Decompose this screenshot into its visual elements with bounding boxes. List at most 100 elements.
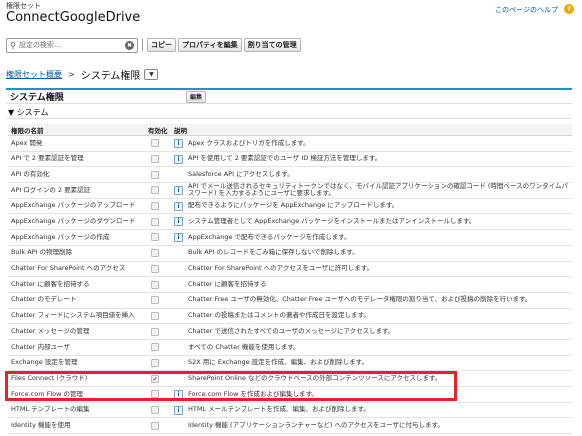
info-icon[interactable]: i bbox=[174, 232, 183, 242]
info-icon bbox=[174, 249, 183, 258]
permission-name: API の有効化 bbox=[11, 169, 50, 178]
permission-name: Chatter For SharePoint へのアクセス bbox=[11, 264, 126, 273]
permission-name: Apex 開発 bbox=[11, 138, 43, 147]
enabled-cell bbox=[148, 390, 174, 399]
help-link[interactable]: このページのヘルプ bbox=[495, 5, 558, 15]
copy-button[interactable]: コピー bbox=[147, 38, 176, 52]
section-title: システム権限 bbox=[10, 93, 64, 103]
description-cell: Chatter Free ユーザの無効化、Chatter Free ユーザへのモ… bbox=[174, 296, 572, 305]
search-placeholder: 設定の検索... bbox=[18, 41, 61, 49]
chevron-down-icon[interactable]: ▼ bbox=[144, 69, 159, 80]
enabled-cell bbox=[148, 170, 174, 179]
enabled-checkbox[interactable] bbox=[151, 390, 159, 399]
permission-name: AppExchange パッケージのダウンロード bbox=[11, 217, 136, 226]
description-cell: Chatter で送信されたすべてのユーザのメッセージにアクセスします。 bbox=[174, 327, 572, 336]
permission-name: API ログインの 2 要素認証 bbox=[11, 185, 91, 194]
description-cell: Bulk API のレコードをごみ箱に保存しないで削除します。 bbox=[174, 249, 572, 258]
description-cell: Chatter に顧客を招待する bbox=[174, 280, 572, 289]
info-icon bbox=[174, 264, 183, 273]
info-icon[interactable]: i bbox=[174, 201, 183, 211]
enabled-checkbox[interactable] bbox=[151, 421, 159, 430]
description-text: API でメール送信されるセキュリティトークンではなく、モバイル認証アプリケーシ… bbox=[188, 181, 568, 198]
description-cell: i システム管理者として AppExchange パッケージをインストールまたはア… bbox=[174, 217, 572, 227]
enabled-checkbox[interactable] bbox=[151, 233, 159, 242]
edit-properties-button[interactable]: プロパティを編集 bbox=[178, 38, 242, 52]
enabled-cell bbox=[148, 327, 174, 336]
enabled-checkbox[interactable] bbox=[151, 327, 159, 336]
manage-assignments-button[interactable]: 割り当ての管理 bbox=[243, 38, 301, 52]
table-row: Exchange 設定を管理 S2X 用に Exchange 設定を作成、編集、お… bbox=[8, 356, 572, 372]
permission-name: Chatter フィードにシステム項目値を挿入 bbox=[11, 311, 135, 320]
description-text: すべての Chatter 機能を使用します。 bbox=[188, 342, 300, 351]
enabled-checkbox[interactable] bbox=[151, 343, 159, 352]
permissions-table: 権限の名前 有効化 説明 Apex 開発 i Apex クラスおよびトリガを作成しま… bbox=[8, 124, 572, 435]
info-icon[interactable]: i bbox=[174, 405, 183, 415]
enabled-checkbox[interactable]: ✔ bbox=[151, 374, 159, 383]
enabled-cell bbox=[148, 421, 174, 430]
enabled-checkbox[interactable] bbox=[151, 264, 159, 273]
breadcrumb-separator: > bbox=[68, 70, 75, 79]
description-text: Chatter に顧客を招待する bbox=[188, 279, 267, 288]
edit-button[interactable]: 編集 bbox=[186, 90, 207, 103]
permission-name: HTML テンプレートの編集 bbox=[11, 405, 90, 414]
info-icon[interactable]: i bbox=[174, 217, 183, 227]
info-icon[interactable]: i bbox=[174, 185, 183, 195]
description-text: HTML メールテンプレートを作成、編集、および削除します。 bbox=[188, 405, 370, 414]
enabled-checkbox[interactable] bbox=[151, 311, 159, 320]
description-cell: i Apex クラスおよびトリガを作成します。 bbox=[174, 138, 572, 148]
enabled-checkbox[interactable] bbox=[151, 139, 159, 148]
description-text: Identity 機能 (アプリケーションランチャーなど) へのアクセスをユーザ… bbox=[188, 420, 444, 429]
description-text: API を使用して 2 要素認証でのユーザ ID 検証方法を管理します。 bbox=[188, 154, 382, 163]
description-text: S2X 用に Exchange 設定を作成、編集、および削除します。 bbox=[188, 358, 369, 367]
permission-name: Exchange 設定を管理 bbox=[11, 358, 78, 367]
enabled-checkbox[interactable] bbox=[151, 217, 159, 226]
table-row: API ログインの 2 要素認証 i API でメール送信されるセキュリティトークン… bbox=[8, 181, 572, 199]
enabled-checkbox[interactable] bbox=[151, 170, 159, 179]
info-icon[interactable]: i bbox=[174, 389, 183, 399]
info-icon bbox=[174, 421, 183, 430]
toolbar-separator bbox=[142, 39, 143, 51]
enabled-checkbox[interactable] bbox=[151, 155, 159, 164]
description-text: Chatter の投稿またはコメントの著者や作成日を設定します。 bbox=[188, 311, 370, 320]
enabled-checkbox[interactable] bbox=[151, 358, 159, 367]
enabled-cell bbox=[148, 155, 174, 164]
subsection-toggle[interactable]: ▼ システム bbox=[6, 107, 572, 119]
description-cell: S2X 用に Exchange 設定を作成、編集、および削除します。 bbox=[174, 358, 572, 367]
permission-name: Files Connect (クラウド) bbox=[11, 373, 88, 382]
enabled-checkbox[interactable] bbox=[151, 280, 159, 289]
header-enabled: 有効化 bbox=[148, 126, 168, 135]
clear-icon[interactable]: ✖ bbox=[125, 40, 134, 50]
table-row: Files Connect (クラウド) ✔ SharePoint Online な… bbox=[8, 371, 572, 387]
question-mark-icon[interactable]: ? bbox=[564, 4, 574, 14]
enabled-checkbox[interactable] bbox=[151, 406, 159, 415]
breadcrumb-overview-link[interactable]: 権限セット概要 bbox=[6, 69, 62, 80]
enabled-cell bbox=[148, 296, 174, 305]
table-row: Apex 開発 i Apex クラスおよびトリガを作成します。 bbox=[8, 136, 572, 152]
permission-name: Chatter のモデレート bbox=[11, 295, 77, 304]
description-text: システム管理者として AppExchange パッケージをインストールまたはアン… bbox=[188, 217, 476, 226]
page-title: ConnectGoogleDrive bbox=[6, 10, 141, 25]
permission-name: Force.com Flow の管理 bbox=[11, 389, 84, 398]
enabled-checkbox[interactable] bbox=[151, 296, 159, 305]
description-text: Salesforce API にアクセスします。 bbox=[188, 169, 294, 178]
description-text: Bulk API のレコードをごみ箱に保存しないで削除します。 bbox=[188, 248, 359, 257]
enabled-checkbox[interactable] bbox=[151, 202, 159, 211]
info-icon[interactable]: i bbox=[174, 138, 183, 148]
description-text: 配布できるようにパッケージを AppExchange にアップロードします。 bbox=[188, 201, 399, 210]
enabled-checkbox[interactable] bbox=[151, 249, 159, 258]
info-icon bbox=[174, 327, 183, 336]
enabled-cell bbox=[148, 233, 174, 242]
info-icon bbox=[174, 358, 183, 367]
info-icon[interactable]: i bbox=[174, 154, 183, 164]
enabled-checkbox[interactable] bbox=[151, 186, 159, 195]
description-text: Apex クラスおよびトリガを作成します。 bbox=[188, 138, 310, 147]
enabled-cell bbox=[148, 358, 174, 367]
description-cell: Chatter の投稿またはコメントの著者や作成日を設定します。 bbox=[174, 311, 572, 320]
description-cell: i AppExchange で配布できるパッケージを作成します。 bbox=[174, 232, 572, 242]
info-icon bbox=[174, 374, 183, 383]
search-input[interactable]: ⚲ 設定の検索... ✖ bbox=[6, 37, 138, 53]
permission-name: Chatter 内部ユーザ bbox=[11, 342, 70, 351]
enabled-cell: ✔ bbox=[148, 374, 174, 383]
permission-name: Identity 機能を使用 bbox=[11, 420, 71, 429]
table-row: API で 2 要素認証を管理 i API を使用して 2 要素認証でのユーザ ID… bbox=[8, 152, 572, 168]
